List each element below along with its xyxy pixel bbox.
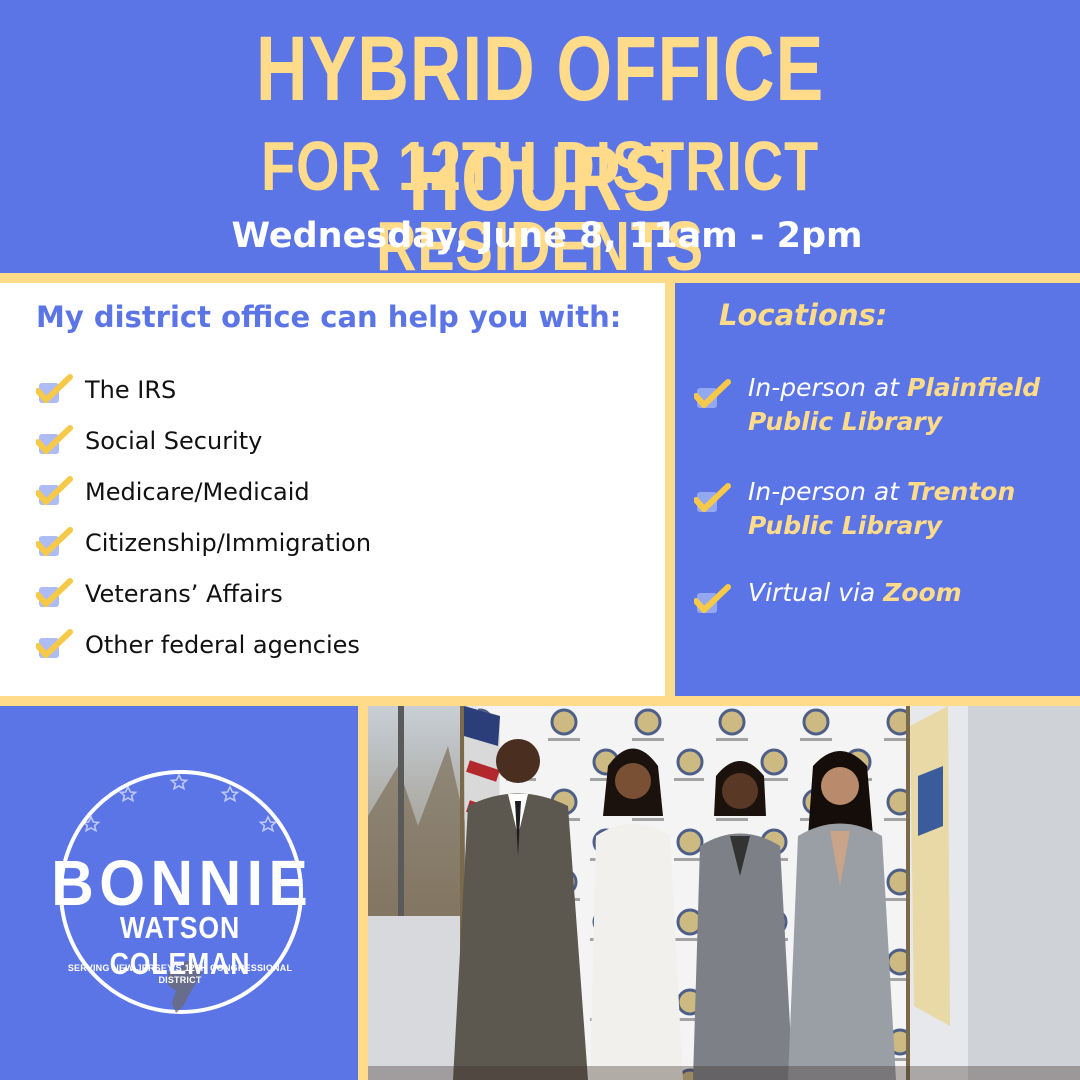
- list-item: Citizenship/Immigration: [36, 517, 371, 568]
- staff-photo-illustration: [368, 706, 1080, 1080]
- list-item: Social Security: [36, 415, 371, 466]
- top-divider: [0, 273, 1080, 283]
- location-text: In-person at Trenton Public Library: [748, 475, 1068, 543]
- help-list: The IRS Social Security Medicare/Medicai…: [36, 364, 371, 670]
- help-item-label: The IRS: [85, 375, 177, 404]
- photo-divider: [358, 706, 368, 1080]
- location-prefix: Virtual via: [748, 578, 884, 607]
- location-prefix: In-person at: [748, 477, 907, 506]
- location-text: Virtual via Zoom: [748, 576, 1068, 610]
- checkmark-icon: [36, 526, 74, 559]
- event-date: Wednesday, June 8, 11am - 2pm: [231, 216, 863, 256]
- staff-photo: [368, 706, 1080, 1080]
- help-item-label: Social Security: [85, 426, 263, 455]
- bottom-divider: [0, 696, 1080, 706]
- help-item-label: Medicare/Medicaid: [85, 477, 310, 506]
- location-name: Zoom: [883, 578, 962, 607]
- help-item-label: Other federal agencies: [85, 630, 360, 659]
- checkmark-icon: [36, 373, 74, 406]
- help-item-label: Veterans’ Affairs: [85, 579, 283, 608]
- logo-name-first: BONNIE: [51, 847, 314, 919]
- location-item: Virtual via Zoom: [694, 576, 1068, 616]
- list-item: The IRS: [36, 364, 371, 415]
- location-prefix: In-person at: [748, 373, 907, 402]
- logo-tagline: SERVING NEW JERSEY'S 12TH CONGRESSIONAL …: [67, 963, 293, 985]
- location-text: In-person at Plainfield Public Library: [748, 371, 1068, 439]
- checkmark-icon: [694, 379, 732, 411]
- checkmark-icon: [694, 483, 732, 515]
- help-item-label: Citizenship/Immigration: [85, 528, 372, 557]
- checkmark-icon: [36, 577, 74, 610]
- checkmark-icon: [694, 584, 732, 616]
- location-item: In-person at Trenton Public Library: [694, 475, 1068, 543]
- star-icons: [81, 773, 278, 833]
- list-item: Medicare/Medicaid: [36, 466, 371, 517]
- middle-divider: [665, 283, 675, 696]
- checkmark-icon: [36, 628, 74, 661]
- checkmark-icon: [36, 475, 74, 508]
- checkmark-icon: [36, 424, 74, 457]
- list-item: Veterans’ Affairs: [36, 568, 371, 619]
- list-item: Other federal agencies: [36, 619, 371, 670]
- location-item: In-person at Plainfield Public Library: [694, 371, 1068, 439]
- locations-heading: Locations:: [719, 298, 888, 332]
- help-heading: My district office can help you with:: [36, 300, 622, 334]
